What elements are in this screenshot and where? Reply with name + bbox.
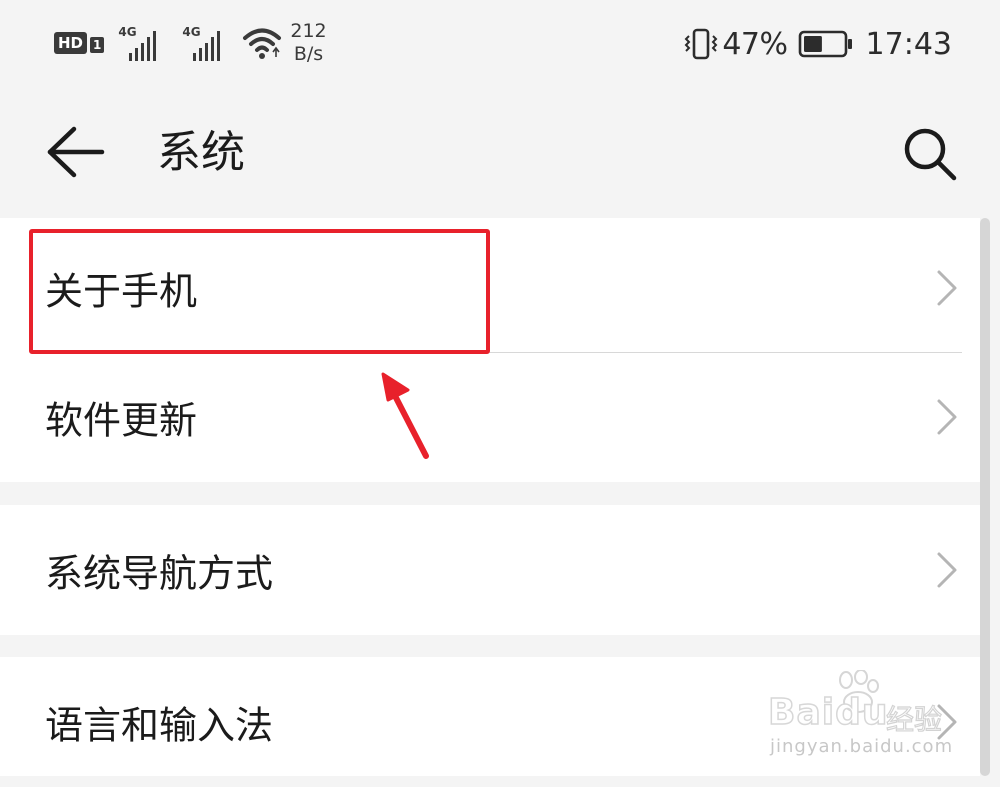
hd-icon: HD 1 <box>54 32 105 54</box>
highlight-box <box>29 229 490 354</box>
network-speed-unit: B/s <box>293 43 324 65</box>
wifi-icon <box>242 23 282 63</box>
battery-icon <box>798 30 854 58</box>
settings-item-software-update[interactable]: 软件更新 <box>0 352 980 482</box>
status-bar: HD 1 4G 4G 212 B/s 47% 17:43 <box>0 0 1000 86</box>
watermark-brand: Baidu <box>767 691 889 734</box>
network-speed: 212 B/s <box>290 20 326 66</box>
vibrate-icon <box>684 27 718 61</box>
signal-icon: 4G <box>182 23 232 63</box>
settings-item-label: 系统导航方式 <box>45 551 274 596</box>
hd-sim-label: 1 <box>90 37 105 53</box>
status-bar-right: 47% 17:43 <box>684 22 952 66</box>
search-button[interactable] <box>902 126 958 182</box>
back-arrow-icon <box>47 126 105 178</box>
watermark-url: jingyan.baidu.com <box>770 736 954 757</box>
title-bar: 系统 <box>0 86 1000 218</box>
annotation-arrow-icon <box>381 372 429 459</box>
hd-label: HD <box>54 32 88 54</box>
back-button[interactable] <box>44 126 106 178</box>
chevron-right-icon <box>937 399 957 435</box>
search-icon <box>904 128 957 181</box>
page-title: 系统 <box>157 127 245 178</box>
settings-item-label: 语言和输入法 <box>45 703 274 748</box>
signal-icon: 4G <box>118 23 168 63</box>
watermark-brand-cn: 经验 <box>885 702 943 736</box>
clock: 17:43 <box>865 26 952 62</box>
scrollbar[interactable] <box>980 218 990 776</box>
chevron-right-icon <box>937 552 957 588</box>
network-speed-value: 212 <box>290 20 327 42</box>
watermark: Baidu 经验 jingyan.baidu.com <box>767 670 968 770</box>
chevron-right-icon <box>937 270 957 306</box>
settings-item-label: 软件更新 <box>45 398 198 443</box>
status-bar-left: HD 1 4G 4G 212 B/s <box>54 18 327 68</box>
settings-item-navigation[interactable]: 系统导航方式 <box>0 505 980 635</box>
battery-percent: 47% <box>722 26 788 62</box>
settings-group: 系统导航方式 <box>0 505 980 635</box>
